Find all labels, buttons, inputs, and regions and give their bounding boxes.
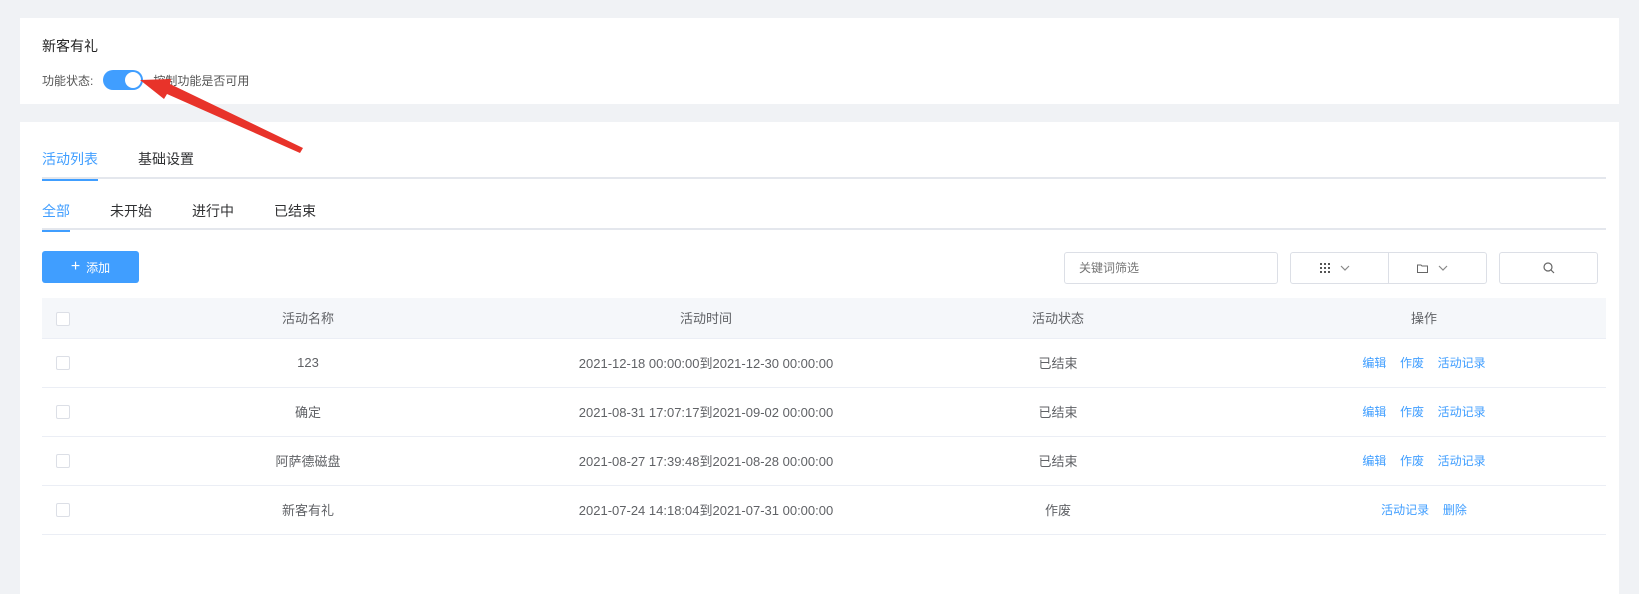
feature-title: 新客有礼: [42, 38, 98, 54]
activity-table: 活动名称 活动时间 活动状态 操作 123 2021-12-18 00:00:0…: [42, 298, 1606, 535]
table-row: 123 2021-12-18 00:00:00到2021-12-30 00:00…: [42, 338, 1606, 388]
activity-record-link[interactable]: 活动记录: [1438, 405, 1486, 419]
activity-record-link[interactable]: 活动记录: [1438, 454, 1486, 468]
table-row: 新客有礼 2021-07-24 14:18:04到2021-07-31 00:0…: [42, 485, 1606, 535]
edit-link[interactable]: 编辑: [1362, 356, 1386, 370]
chevron-down-icon: [1340, 265, 1349, 271]
subtab-in-progress[interactable]: 进行中: [192, 200, 234, 230]
row-actions: 编辑 作废 活动记录: [1242, 436, 1606, 486]
row-checkbox[interactable]: [56, 454, 70, 469]
feature-card: 新客有礼 功能状态: 控制功能是否可用: [20, 18, 1619, 104]
activity-status: 已结束: [874, 338, 1242, 388]
subtab-ended[interactable]: 已结束: [274, 200, 316, 230]
row-checkbox[interactable]: [56, 356, 70, 371]
edit-link[interactable]: 编辑: [1362, 454, 1386, 468]
keyword-filter-input[interactable]: [1064, 252, 1278, 284]
activity-name: 123: [78, 338, 538, 388]
add-button-label: 添加: [86, 260, 111, 275]
activity-status: 作废: [874, 485, 1242, 535]
folder-icon: [1417, 264, 1428, 273]
table-header-row: 活动名称 活动时间 活动状态 操作: [42, 298, 1606, 339]
subtab-not-started[interactable]: 未开始: [110, 200, 152, 230]
activity-name: 确定: [78, 387, 538, 437]
table-row: 阿萨德磁盘 2021-08-27 17:39:48到2021-08-28 00:…: [42, 436, 1606, 486]
folder-button[interactable]: [1388, 252, 1487, 284]
activity-record-link[interactable]: 活动记录: [1381, 503, 1429, 517]
activity-status: 已结束: [874, 436, 1242, 486]
main-tabs: 活动列表 基础设置: [42, 147, 1606, 181]
tab-activity-list[interactable]: 活动列表: [42, 147, 98, 181]
row-checkbox-cell: [42, 338, 78, 388]
header-actions: 操作: [1242, 298, 1606, 339]
row-checkbox-cell: [42, 436, 78, 486]
grid-view-button[interactable]: [1290, 252, 1389, 284]
select-all-checkbox[interactable]: [56, 311, 70, 326]
row-checkbox[interactable]: [56, 405, 70, 420]
status-description: 控制功能是否可用: [153, 73, 250, 88]
search-icon: [1542, 262, 1554, 274]
activity-record-link[interactable]: 活动记录: [1438, 356, 1486, 370]
search-button[interactable]: [1499, 252, 1598, 284]
row-actions: 编辑 作废 活动记录: [1242, 387, 1606, 437]
void-link[interactable]: 作废: [1400, 356, 1424, 370]
page: 新客有礼 功能状态: 控制功能是否可用 活动列表 基础设置 全部 未开始 进行中…: [0, 0, 1639, 594]
status-filter-tabs: 全部 未开始 进行中 已结束: [42, 200, 1606, 232]
row-checkbox-cell: [42, 387, 78, 437]
activity-time: 2021-12-18 00:00:00到2021-12-30 00:00:00: [538, 338, 874, 388]
activity-name: 阿萨德磁盘: [78, 436, 538, 486]
void-link[interactable]: 作废: [1400, 405, 1424, 419]
row-actions: 编辑 作废 活动记录: [1242, 338, 1606, 388]
row-checkbox-cell: [42, 485, 78, 535]
feature-toggle-switch[interactable]: [103, 70, 144, 90]
edit-link[interactable]: 编辑: [1362, 405, 1386, 419]
activity-name: 新客有礼: [78, 485, 538, 535]
header-activity-time: 活动时间: [538, 298, 874, 339]
header-checkbox-cell: [42, 298, 78, 339]
row-checkbox[interactable]: [56, 503, 70, 518]
add-button[interactable]: + 添加: [42, 251, 139, 283]
grid-icon: [1319, 263, 1330, 273]
activity-time: 2021-07-24 14:18:04到2021-07-31 00:00:00: [538, 485, 874, 535]
row-actions: 活动记录 删除: [1242, 485, 1606, 535]
chevron-down-icon: [1438, 265, 1448, 271]
activity-status: 已结束: [874, 387, 1242, 437]
activity-time: 2021-08-31 17:07:17到2021-09-02 00:00:00: [538, 387, 874, 437]
subtab-all[interactable]: 全部: [42, 200, 70, 232]
delete-link[interactable]: 删除: [1443, 503, 1467, 517]
activity-time: 2021-08-27 17:39:48到2021-08-28 00:00:00: [538, 436, 874, 486]
void-link[interactable]: 作废: [1400, 454, 1424, 468]
plus-icon: +: [70, 258, 81, 275]
toggle-knob: [125, 72, 142, 88]
status-label: 功能状态:: [42, 73, 94, 88]
feature-status-row: 功能状态: 控制功能是否可用: [42, 70, 249, 90]
header-activity-name: 活动名称: [78, 298, 538, 339]
activity-card: 活动列表 基础设置 全部 未开始 进行中 已结束 + 添加 关键词筛选 活动名称…: [20, 122, 1619, 594]
header-activity-status: 活动状态: [874, 298, 1242, 339]
tab-basic-settings[interactable]: 基础设置: [138, 147, 194, 179]
table-row: 确定 2021-08-31 17:07:17到2021-09-02 00:00:…: [42, 387, 1606, 437]
